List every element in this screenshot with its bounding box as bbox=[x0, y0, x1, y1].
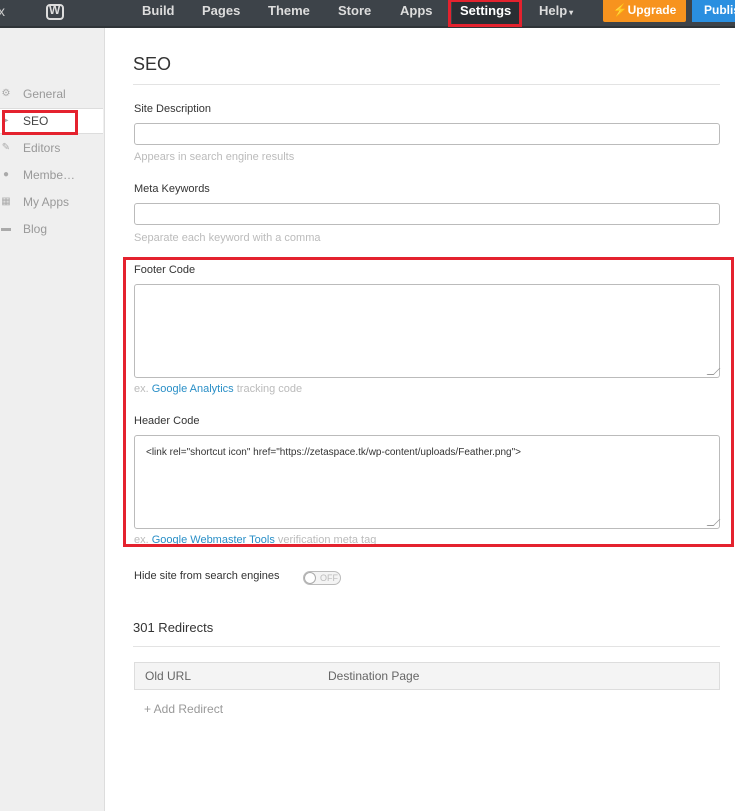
nav-theme[interactable]: Theme bbox=[268, 3, 310, 18]
redirects-title: 301 Redirects bbox=[133, 620, 214, 635]
column-old-url: Old URL bbox=[145, 669, 192, 683]
sidebar-item-editors[interactable]: ✎ Editors bbox=[0, 136, 103, 160]
sidebar-item-label: General bbox=[23, 87, 66, 101]
sidebar-item-label: Editors bbox=[23, 141, 61, 155]
sidebar-item-general[interactable]: ⚙ General bbox=[0, 82, 103, 106]
grid-icon: ▦ bbox=[1, 196, 11, 207]
upgrade-label: Upgrade bbox=[627, 3, 677, 17]
top-navigation-bar: x W Build Pages Theme Store Apps Setting… bbox=[0, 0, 735, 28]
weebly-logo-icon[interactable]: W bbox=[46, 3, 64, 20]
publish-button[interactable]: Publis bbox=[692, 0, 735, 22]
meta-keywords-hint: Separate each keyword with a comma bbox=[134, 232, 321, 244]
column-destination-page: Destination Page bbox=[328, 669, 420, 683]
nav-pages[interactable]: Pages bbox=[202, 3, 240, 18]
sidebar-item-blog[interactable]: ▬ Blog bbox=[0, 217, 103, 241]
nav-build[interactable]: Build bbox=[142, 3, 175, 18]
chat-icon: ▬ bbox=[1, 223, 11, 234]
upgrade-button[interactable]: ⚡Upgrade bbox=[603, 0, 686, 22]
nav-store[interactable]: Store bbox=[338, 3, 371, 18]
page-title: SEO bbox=[133, 54, 172, 74]
lightning-icon: ⚡ bbox=[612, 3, 628, 17]
sidebar-item-label: My Apps bbox=[23, 195, 70, 209]
toggle-state: OFF bbox=[320, 573, 338, 583]
divider bbox=[133, 84, 720, 85]
highlight-seo bbox=[2, 110, 78, 135]
hide-site-label: Hide site from search engines bbox=[134, 570, 280, 582]
site-description-input[interactable] bbox=[134, 123, 720, 145]
divider bbox=[133, 646, 720, 647]
nav-help[interactable]: Help ▾ bbox=[539, 3, 573, 18]
sidebar-item-label: Blog bbox=[23, 222, 48, 236]
gear-icon: ⚙ bbox=[1, 88, 11, 99]
nav-apps[interactable]: Apps bbox=[400, 3, 433, 18]
help-label: Help bbox=[539, 3, 568, 18]
site-description-label: Site Description bbox=[134, 103, 212, 115]
logo-letter: W bbox=[49, 3, 61, 17]
meta-keywords-input[interactable] bbox=[134, 203, 720, 225]
chevron-down-icon: ▾ bbox=[569, 8, 574, 17]
toggle-knob bbox=[304, 572, 316, 584]
sidebar-item-members[interactable]: ● Membe… bbox=[0, 163, 103, 187]
meta-keywords-label: Meta Keywords bbox=[134, 183, 210, 195]
pencil-icon: ✎ bbox=[1, 142, 11, 153]
hide-site-toggle[interactable]: OFF bbox=[303, 571, 341, 585]
settings-sidebar: ⚙ General ▸ SEO ✎ Editors ● Membe… ▦ My … bbox=[0, 28, 105, 811]
person-icon: ● bbox=[2, 169, 10, 180]
close-icon[interactable]: x bbox=[0, 3, 5, 19]
highlight-settings bbox=[448, 0, 522, 27]
add-redirect-button[interactable]: + Add Redirect bbox=[144, 702, 223, 716]
highlight-code-section bbox=[123, 257, 734, 547]
redirects-table-header: Old URL Destination Page bbox=[134, 662, 720, 690]
sidebar-item-label: Membe… bbox=[23, 168, 76, 182]
site-description-hint: Appears in search engine results bbox=[134, 151, 295, 163]
sidebar-item-my-apps[interactable]: ▦ My Apps bbox=[0, 190, 103, 214]
